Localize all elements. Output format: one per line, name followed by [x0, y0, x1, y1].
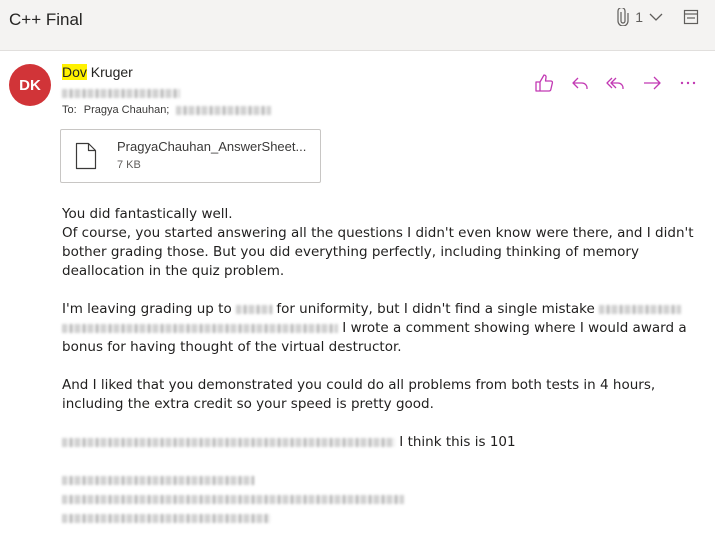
- body-text: I'm leaving grading up to: [62, 301, 232, 317]
- file-icon: [75, 142, 97, 175]
- body-line: Of course, you started answering all the…: [62, 225, 694, 241]
- chevron-down-icon[interactable]: [649, 12, 663, 22]
- attachment-count: 1: [635, 9, 643, 25]
- body-line: bother grading those. But you did everyt…: [62, 244, 639, 260]
- body-line: I think this is 101: [62, 433, 702, 452]
- body-line: bonus for having thought of the virtual …: [62, 339, 402, 355]
- to-label: To:: [62, 104, 77, 116]
- body-text: I think this is 101: [399, 434, 516, 450]
- recipient-redacted: [176, 105, 272, 115]
- signature-redacted: [62, 509, 702, 528]
- redacted-text: [599, 304, 682, 314]
- signature-redacted: [62, 471, 702, 490]
- attachment-name: PragyaChauhan_AnswerSheet...: [117, 139, 307, 154]
- paperclip-icon[interactable]: [617, 8, 629, 26]
- body-text: for uniformity, but I didn't find a sing…: [276, 301, 595, 317]
- body-line: I wrote a comment showing where I would …: [62, 319, 702, 338]
- like-icon[interactable]: [533, 72, 555, 94]
- redacted-text: [236, 304, 273, 314]
- popout-icon[interactable]: [683, 9, 699, 25]
- redacted-text: [62, 323, 338, 333]
- sender-email-redacted: [62, 85, 180, 103]
- body-line: deallocation in the quiz problem.: [62, 263, 285, 279]
- subject-bar: C++ Final 1: [0, 0, 715, 51]
- body-line: You did fantastically well.: [62, 206, 233, 222]
- sender-last-name: Kruger: [86, 64, 133, 80]
- attachment-size: 7 KB: [117, 159, 141, 171]
- email-subject: C++ Final: [9, 10, 83, 29]
- forward-icon[interactable]: [641, 72, 663, 94]
- avatar[interactable]: DK: [9, 64, 51, 106]
- sender-name[interactable]: Dov Kruger: [62, 64, 133, 80]
- attachment-card[interactable]: PragyaChauhan_AnswerSheet... 7 KB: [60, 129, 321, 183]
- recipient-name[interactable]: Pragya Chauhan;: [84, 104, 170, 116]
- body-text: I wrote a comment showing where I would …: [342, 320, 687, 336]
- message-actions: [533, 72, 699, 94]
- more-icon[interactable]: [677, 72, 699, 94]
- message-body: You did fantastically well. Of course, y…: [62, 205, 702, 547]
- reply-icon[interactable]: [569, 72, 591, 94]
- sender-first-name: Dov: [62, 64, 87, 80]
- redacted-text: [62, 437, 395, 447]
- signature-redacted: [62, 490, 702, 509]
- recipients-row: To: Pragya Chauhan;: [62, 104, 272, 116]
- body-line: including the extra credit so your speed…: [62, 396, 434, 412]
- body-line: And I liked that you demonstrated you co…: [62, 377, 656, 393]
- reply-all-icon[interactable]: [605, 72, 627, 94]
- body-line: I'm leaving grading up to for uniformity…: [62, 300, 702, 319]
